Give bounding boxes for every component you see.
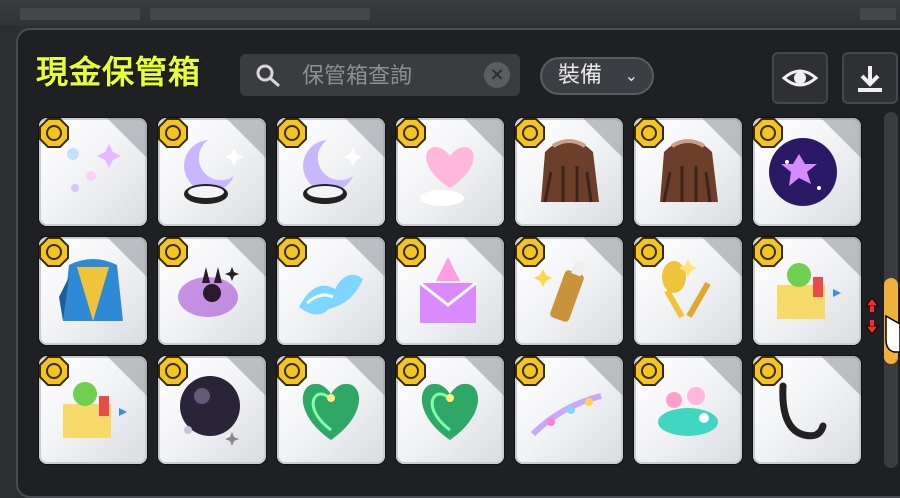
top-bar-segment <box>150 8 370 20</box>
cash-coin-icon <box>515 237 545 267</box>
cash-coin-icon <box>396 237 426 267</box>
cash-coin-icon <box>158 356 188 386</box>
cash-coin-icon <box>753 237 783 267</box>
window-title: 現金保管箱 <box>36 53 202 91</box>
cash-coin-icon <box>634 356 664 386</box>
cash-coin-icon <box>277 356 307 386</box>
inventory-slot[interactable] <box>39 356 147 464</box>
cash-coin-icon <box>158 237 188 267</box>
download-button[interactable] <box>842 52 898 104</box>
clear-search-button[interactable]: × <box>484 62 510 88</box>
inventory-slot[interactable] <box>634 356 742 464</box>
cash-coin-icon <box>515 356 545 386</box>
cash-coin-icon <box>396 118 426 148</box>
inventory-slot[interactable] <box>515 118 623 226</box>
inventory-slot[interactable] <box>158 237 266 345</box>
cash-coin-icon <box>277 118 307 148</box>
top-bar-segment <box>860 8 896 20</box>
inventory-slot[interactable] <box>753 356 861 464</box>
download-icon <box>858 66 882 92</box>
cash-coin-icon <box>515 118 545 148</box>
inventory-slot[interactable] <box>277 356 385 464</box>
cash-coin-icon <box>753 118 783 148</box>
cash-coin-icon <box>277 237 307 267</box>
view-toggle-button[interactable] <box>772 52 828 104</box>
inventory-slot[interactable] <box>396 356 504 464</box>
cash-coin-icon <box>39 356 69 386</box>
search-box[interactable]: × <box>240 54 520 96</box>
cash-coin-icon <box>158 118 188 148</box>
inventory-slot[interactable] <box>396 237 504 345</box>
inventory-slot[interactable] <box>753 237 861 345</box>
inventory-slot[interactable] <box>753 118 861 226</box>
inventory-slot[interactable] <box>515 237 623 345</box>
cash-coin-icon <box>39 118 69 148</box>
equipment-filter-dropdown[interactable]: 裝備 ⌄ <box>540 57 654 95</box>
cash-coin-icon <box>753 356 783 386</box>
top-bar <box>0 0 900 26</box>
inventory-slot[interactable] <box>158 118 266 226</box>
inventory-slot[interactable] <box>634 118 742 226</box>
chevron-down-icon: ⌄ <box>624 66 638 85</box>
search-input[interactable] <box>300 60 484 92</box>
cash-coin-icon <box>634 237 664 267</box>
resize-cursor-icon <box>865 297 900 353</box>
inventory-slot[interactable] <box>515 356 623 464</box>
inventory-slot[interactable] <box>158 356 266 464</box>
inventory-slot[interactable] <box>277 118 385 226</box>
search-icon[interactable] <box>254 62 282 88</box>
inventory-slot[interactable] <box>277 237 385 345</box>
inventory-slot[interactable] <box>634 237 742 345</box>
eye-icon <box>781 69 819 87</box>
inventory-slot[interactable] <box>396 118 504 226</box>
inventory-slot[interactable] <box>39 118 147 226</box>
cash-coin-icon <box>39 237 69 267</box>
inventory-slot[interactable] <box>39 237 147 345</box>
cash-coin-icon <box>396 356 426 386</box>
cash-coin-icon <box>634 118 664 148</box>
filter-label: 裝備 <box>558 63 603 88</box>
top-bar-segment <box>20 8 140 20</box>
